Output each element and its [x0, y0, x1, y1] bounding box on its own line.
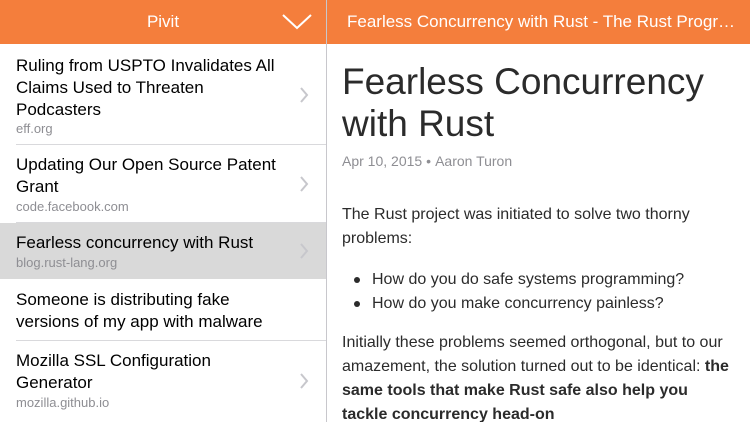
bullet-text: How do you do safe systems programming? — [372, 271, 685, 288]
article-header: Fearless Concurrency with Rust - The Rus… — [327, 0, 750, 44]
chevron-right-icon — [300, 176, 309, 192]
article-title: Fearless Concurrency with Rust — [342, 61, 704, 144]
list-item-source: mozilla.github.io — [16, 395, 110, 410]
article-date: Apr 10, 2015 — [342, 153, 423, 169]
article-meta: Apr 10, 2015 • Aaron Turon — [342, 152, 512, 170]
bullet-dot — [354, 301, 360, 307]
list-item-title: Ruling from USPTO Invalidates All Claims… — [16, 56, 275, 119]
article-header-title: Fearless Concurrency with Rust - The Rus… — [347, 12, 739, 31]
list-item-title: Someone is distributing fake versions of… — [16, 290, 263, 331]
list-item-source: code.facebook.com — [16, 199, 129, 214]
list-item[interactable]: Someone is distributing fake versions of… — [0, 279, 326, 341]
list-item-title: Updating Our Open Source Patent Grant — [16, 155, 276, 196]
chevron-down-icon — [282, 14, 312, 30]
list-item-source: blog.rust-lang.org — [16, 255, 118, 270]
list-item-title: Fearless concurrency with Rust — [16, 233, 254, 252]
chevron-right-icon — [300, 373, 309, 389]
list-item-title: Mozilla SSL Configuration Generator — [16, 351, 211, 392]
meta-separator: • — [426, 153, 432, 169]
list-item-source: eff.org — [16, 121, 53, 136]
article-author: Aaron Turon — [435, 153, 513, 169]
chevron-right-icon — [300, 243, 309, 259]
article-paragraph: The Rust project was initiated to solve … — [342, 206, 690, 247]
article-paragraph: Initially these problems seemed orthogon… — [342, 331, 737, 422]
paragraph-text: Initially these problems seemed orthogon… — [342, 334, 723, 375]
bullet-text: How do you make concurrency painless? — [372, 295, 664, 312]
bullet-dot — [354, 277, 360, 283]
list-item[interactable]: Updating Our Open Source Patent Grant co… — [0, 145, 326, 223]
list-item[interactable]: Ruling from USPTO Invalidates All Claims… — [0, 44, 326, 145]
article-list: Ruling from USPTO Invalidates All Claims… — [0, 44, 326, 422]
chevron-right-icon — [300, 87, 309, 103]
article-view[interactable]: Fearless Concurrency with Rust Apr 10, 2… — [327, 44, 750, 422]
app-title: Pivit — [146, 12, 180, 31]
list-item[interactable]: Mozilla SSL Configuration Generator mozi… — [0, 341, 326, 422]
collapse-button[interactable] — [281, 13, 313, 31]
list-header: Pivit — [0, 0, 326, 44]
list-item[interactable]: Fearless concurrency with Rust blog.rust… — [0, 223, 326, 279]
